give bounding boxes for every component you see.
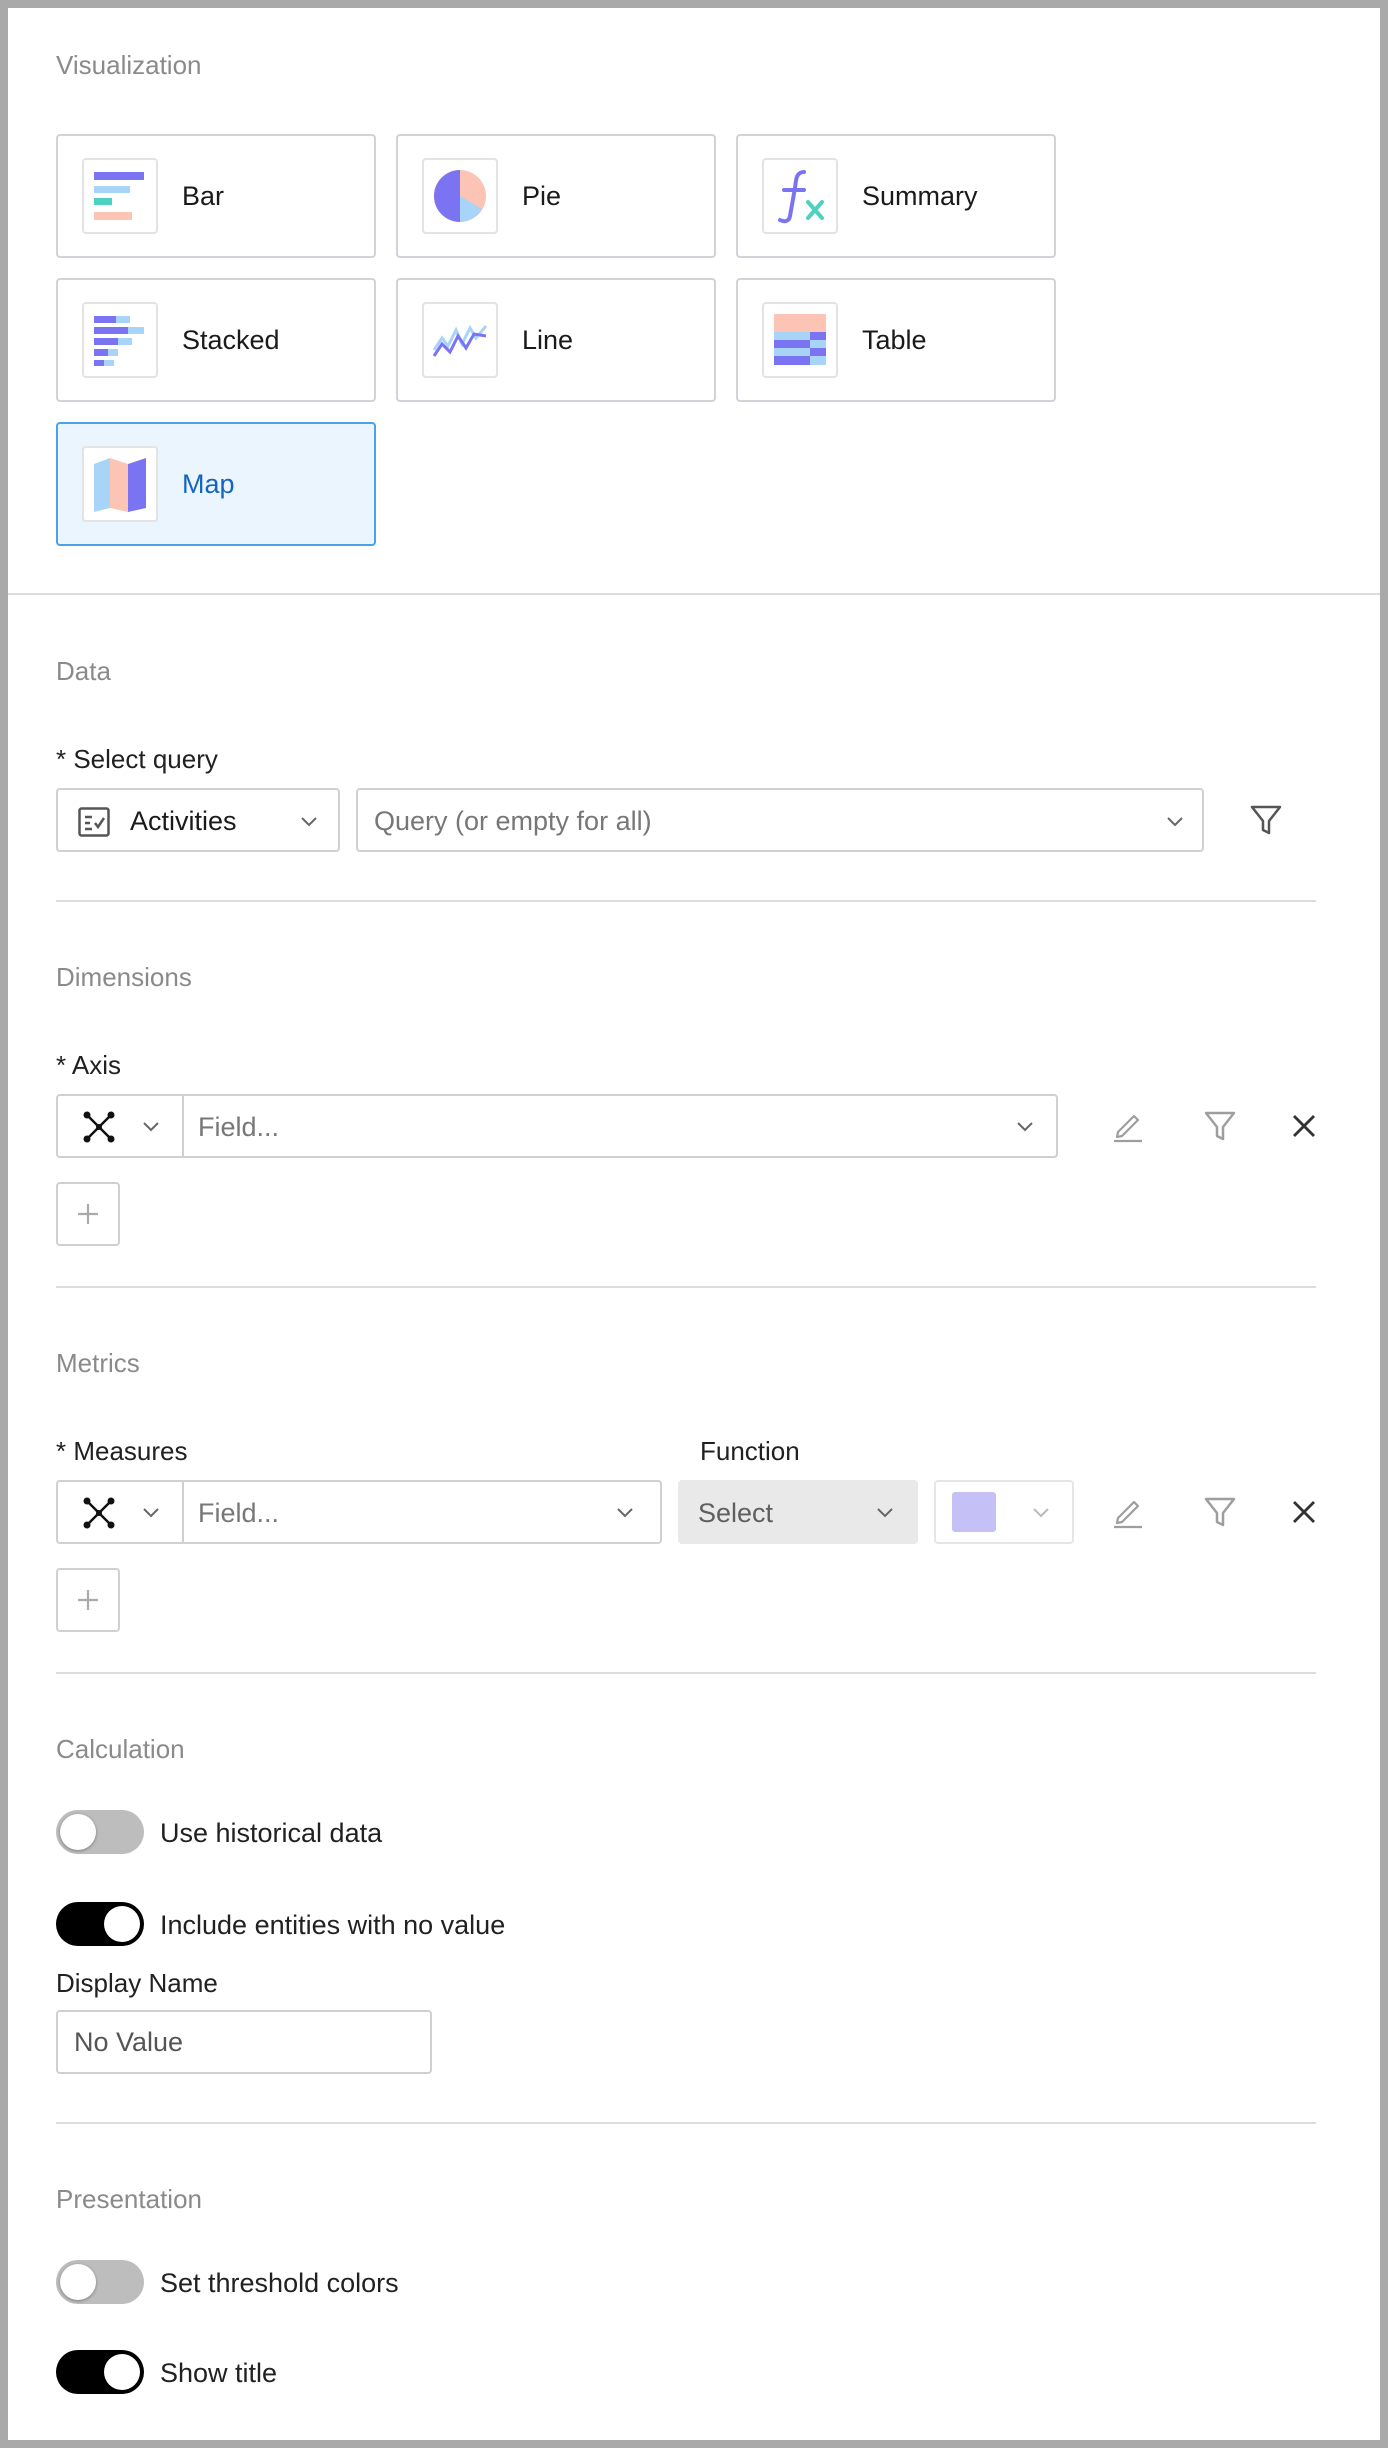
dimensions-section-title: Dimensions (56, 962, 192, 992)
viz-tile-label: Line (522, 324, 574, 355)
query-placeholder: Query (or empty for all) (374, 806, 652, 836)
scatter-axis-icon (83, 1497, 115, 1529)
measure-filter-button[interactable] (1198, 1490, 1242, 1534)
viz-tile-bar[interactable]: Bar (56, 134, 376, 258)
axis-type-select[interactable] (58, 1096, 184, 1156)
section-divider (8, 593, 1380, 595)
axis-field-row: Field... (56, 1094, 1058, 1158)
plus-icon (78, 1590, 98, 1610)
measure-field-select[interactable]: Field... (184, 1482, 660, 1542)
chevron-down-icon (301, 817, 317, 827)
axis-label: * Axis (56, 1050, 122, 1080)
calculation-section-title: Calculation (56, 1734, 185, 1764)
presentation-section-title: Presentation (56, 2184, 202, 2214)
add-measure-button[interactable] (56, 1568, 120, 1632)
chevron-down-icon (1167, 817, 1183, 827)
threshold-colors-toggle[interactable] (56, 2260, 144, 2304)
scatter-axis-icon (83, 1111, 115, 1143)
plus-icon (78, 1204, 98, 1224)
query-select[interactable]: Query (or empty for all) (356, 788, 1204, 852)
filter-funnel-icon (1204, 1111, 1236, 1141)
section-divider (56, 1672, 1316, 1674)
line-chart-icon (422, 302, 498, 378)
data-section-title: Data (56, 656, 111, 686)
toggle-knob (104, 2354, 140, 2390)
function-select[interactable]: Select (678, 1480, 918, 1544)
viz-tile-line[interactable]: Line (396, 278, 716, 402)
show-title-toggle[interactable] (56, 2350, 144, 2394)
viz-tile-pie[interactable]: Pie (396, 134, 716, 258)
add-axis-button[interactable] (56, 1182, 120, 1246)
measures-label: * Measures (56, 1436, 188, 1466)
bar-chart-icon (82, 158, 158, 234)
section-divider (56, 2122, 1316, 2124)
measure-edit-button[interactable] (1106, 1490, 1150, 1534)
query-filter-button[interactable] (1244, 798, 1288, 842)
color-swatch (952, 1492, 996, 1532)
viz-tile-label: Table (862, 324, 927, 355)
function-value: Select (698, 1498, 774, 1528)
toggle-knob (60, 2264, 96, 2300)
chevron-down-icon (143, 1122, 159, 1132)
measure-type-select[interactable] (58, 1482, 184, 1542)
axis-field-placeholder: Field... (198, 1112, 280, 1142)
axis-filter-button[interactable] (1198, 1104, 1242, 1148)
section-divider (56, 900, 1316, 902)
select-query-label: * Select query (56, 744, 218, 774)
function-label: Function (700, 1436, 800, 1466)
threshold-colors-label: Set threshold colors (160, 2268, 399, 2298)
axis-edit-button[interactable] (1106, 1104, 1150, 1148)
pencil-edit-icon (1114, 1114, 1142, 1143)
chevron-down-icon (617, 1508, 633, 1518)
filter-funnel-icon (1204, 1497, 1236, 1527)
entity-type-value: Activities (130, 806, 237, 836)
viz-tile-table[interactable]: Table (736, 278, 1056, 402)
show-title-label: Show title (160, 2358, 278, 2388)
close-icon (1293, 1501, 1315, 1523)
entity-type-select[interactable]: Activities (56, 788, 340, 852)
chevron-down-icon (877, 1508, 893, 1518)
filter-funnel-icon (1250, 805, 1282, 835)
activity-checklist-icon (78, 807, 110, 837)
include-entities-label: Include entities with no value (160, 1910, 506, 1940)
toggle-knob (104, 1906, 140, 1942)
viz-tile-label: Bar (182, 180, 225, 211)
viz-tile-stacked[interactable]: Stacked (56, 278, 376, 402)
toggle-knob (60, 1814, 96, 1850)
section-divider (56, 1286, 1316, 1288)
table-icon (762, 302, 838, 378)
chevron-down-icon (1017, 1122, 1033, 1132)
close-icon (1293, 1115, 1315, 1137)
include-entities-toggle[interactable] (56, 1902, 144, 1946)
measure-field-placeholder: Field... (198, 1498, 280, 1528)
pie-chart-icon (422, 158, 498, 234)
use-historical-toggle[interactable] (56, 1810, 144, 1854)
chevron-down-icon (1033, 1508, 1049, 1518)
axis-remove-button[interactable] (1282, 1104, 1326, 1148)
visualization-settings-panel: Visualization Bar Pie Summary Stacked Li… (8, 8, 1380, 2440)
viz-tile-label: Stacked (182, 324, 280, 355)
measure-remove-button[interactable] (1282, 1490, 1326, 1534)
display-name-label: Display Name (56, 1968, 218, 1998)
measure-field-row: Field... (56, 1480, 662, 1544)
viz-tile-map[interactable]: Map (56, 422, 376, 546)
map-icon (82, 446, 158, 522)
axis-field-select[interactable]: Field... (184, 1096, 1056, 1156)
series-color-picker[interactable] (934, 1480, 1074, 1544)
metrics-section-title: Metrics (56, 1348, 140, 1378)
viz-tile-label: Summary (862, 180, 978, 211)
display-name-input[interactable] (56, 2010, 432, 2074)
viz-tile-label: Map (182, 468, 235, 499)
stacked-bar-icon (82, 302, 158, 378)
chevron-down-icon (143, 1508, 159, 1518)
function-fx-icon (762, 158, 838, 234)
visualization-section-title: Visualization (56, 50, 202, 80)
viz-tile-summary[interactable]: Summary (736, 134, 1056, 258)
use-historical-label: Use historical data (160, 1818, 383, 1848)
pencil-edit-icon (1114, 1500, 1142, 1529)
viz-tile-label: Pie (522, 180, 562, 211)
